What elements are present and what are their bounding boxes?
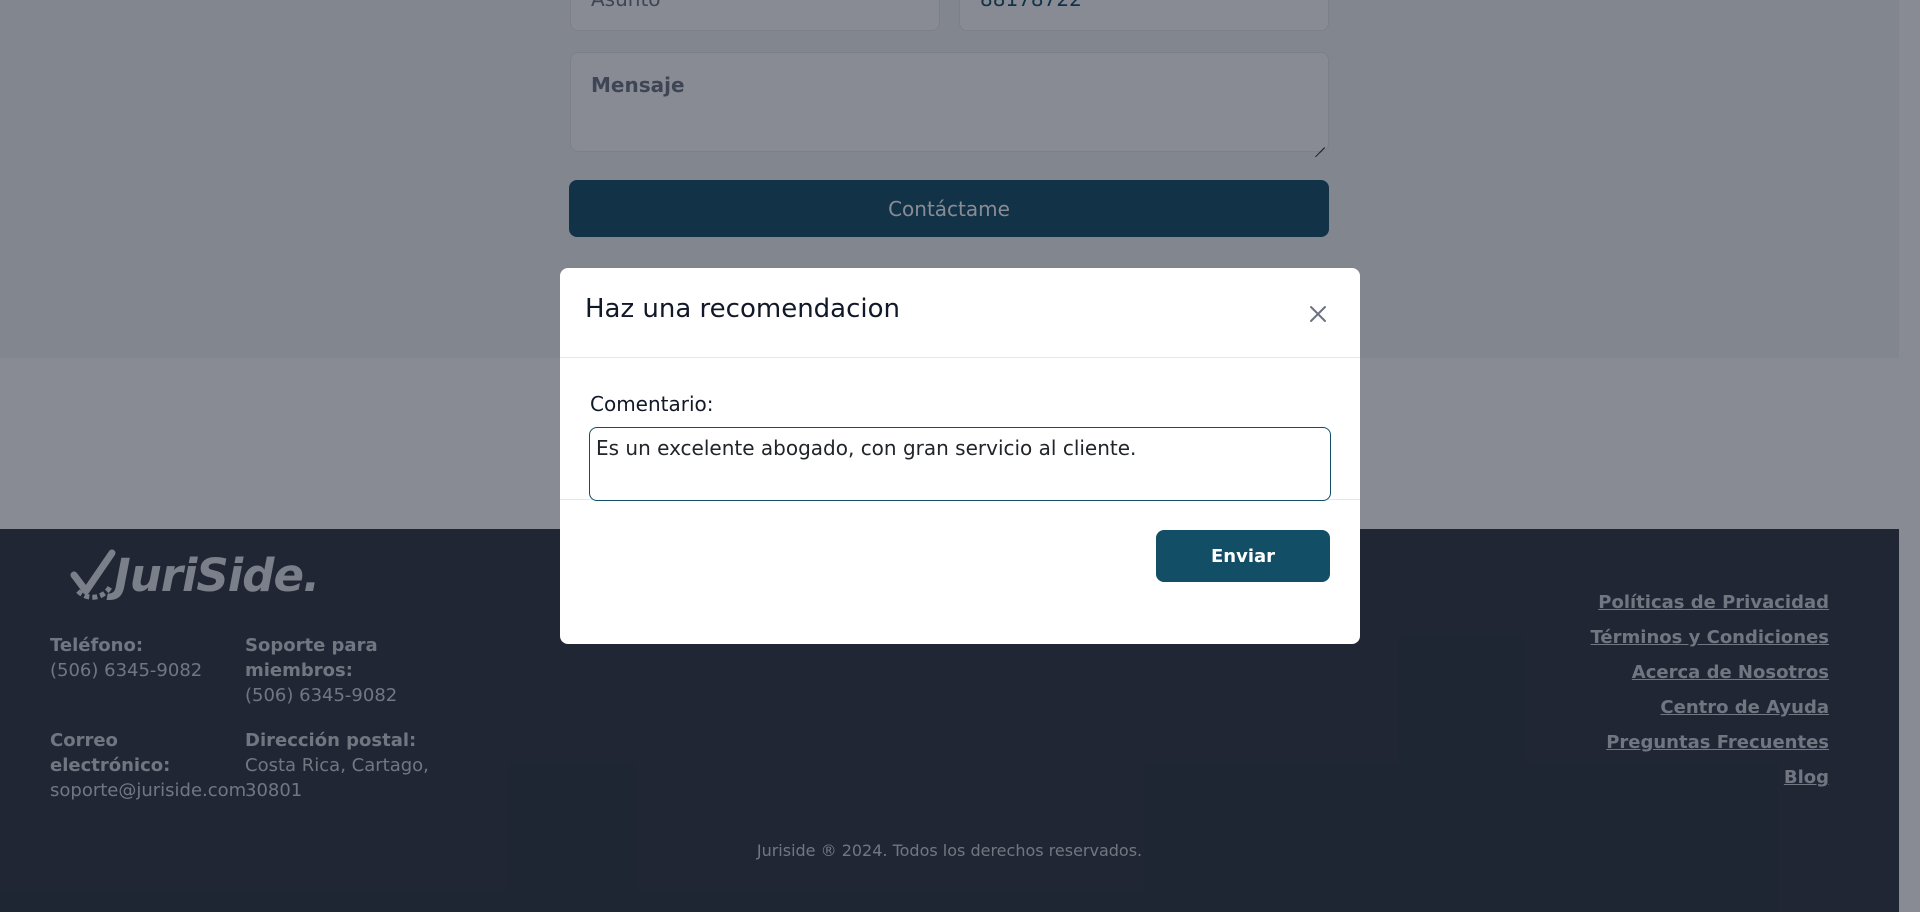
close-icon <box>1310 305 1326 322</box>
send-button[interactable]: Enviar <box>1156 530 1330 582</box>
comment-textarea[interactable]: Es un excelente abogado, con gran servic… <box>589 427 1331 501</box>
modal-title: Haz una recomendacion <box>585 294 901 324</box>
modal-header: Haz una recomendacion <box>560 268 1360 358</box>
comment-label: Comentario: <box>590 392 714 416</box>
recommendation-modal: Haz una recomendacion Comentario: Es un … <box>560 268 1360 644</box>
modal-body: Comentario: Es un excelente abogado, con… <box>560 358 1360 501</box>
close-button[interactable] <box>1303 300 1333 330</box>
modal-footer: Enviar <box>560 500 1360 644</box>
